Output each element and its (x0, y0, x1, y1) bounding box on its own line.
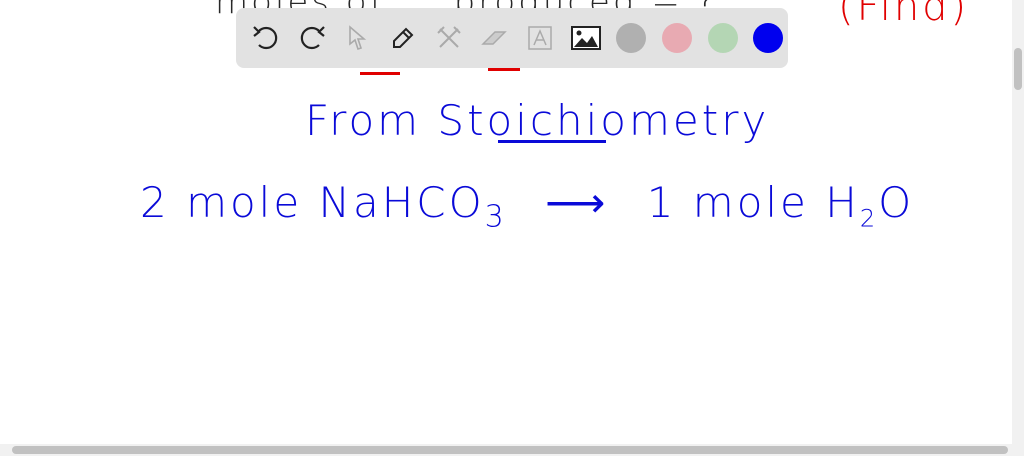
reactant-subscript: 3 (484, 199, 507, 235)
from-stoichiometry-text: From Stoichiometry (305, 96, 770, 145)
pen-icon (392, 27, 414, 48)
image-tool[interactable] (566, 18, 606, 58)
eraser-tool[interactable] (474, 18, 514, 58)
redo-button[interactable] (292, 18, 332, 58)
drawing-toolbar (236, 8, 788, 68)
image-icon (570, 26, 601, 50)
reactant-text: 2 mole NaHCO (140, 178, 485, 227)
redo-icon (300, 26, 325, 50)
product-subscript: 2 (859, 204, 879, 233)
vertical-scroll-thumb[interactable] (1014, 48, 1022, 90)
color-gray[interactable] (611, 18, 651, 58)
equation-line: 2 mole NaHCO3 ⟶ 1 mole H2O (140, 178, 914, 234)
tools-button[interactable] (429, 18, 469, 58)
find-label: (Find) (838, 0, 970, 30)
horizontal-scrollbar[interactable] (0, 444, 1024, 456)
arrow: ⟶ (545, 178, 609, 227)
color-pink[interactable] (657, 18, 697, 58)
product-text: 1 mole H (646, 178, 860, 227)
horizontal-scroll-thumb[interactable] (12, 446, 1008, 454)
tools-icon (436, 26, 461, 48)
undo-button[interactable] (246, 18, 286, 58)
stoichiometry-underline (498, 140, 606, 143)
color-blue[interactable] (748, 18, 788, 58)
text-tool[interactable] (520, 18, 560, 58)
vertical-scrollbar[interactable] (1012, 0, 1024, 444)
undo-icon (253, 26, 278, 50)
select-tool[interactable] (337, 18, 377, 58)
select-icon (349, 25, 367, 51)
product-end: O (878, 178, 915, 227)
red-underline (488, 68, 520, 71)
pen-tool[interactable] (383, 18, 423, 58)
red-underline (360, 72, 400, 75)
color-green[interactable] (703, 18, 743, 58)
eraser-icon (481, 31, 507, 45)
text-icon (528, 26, 552, 50)
